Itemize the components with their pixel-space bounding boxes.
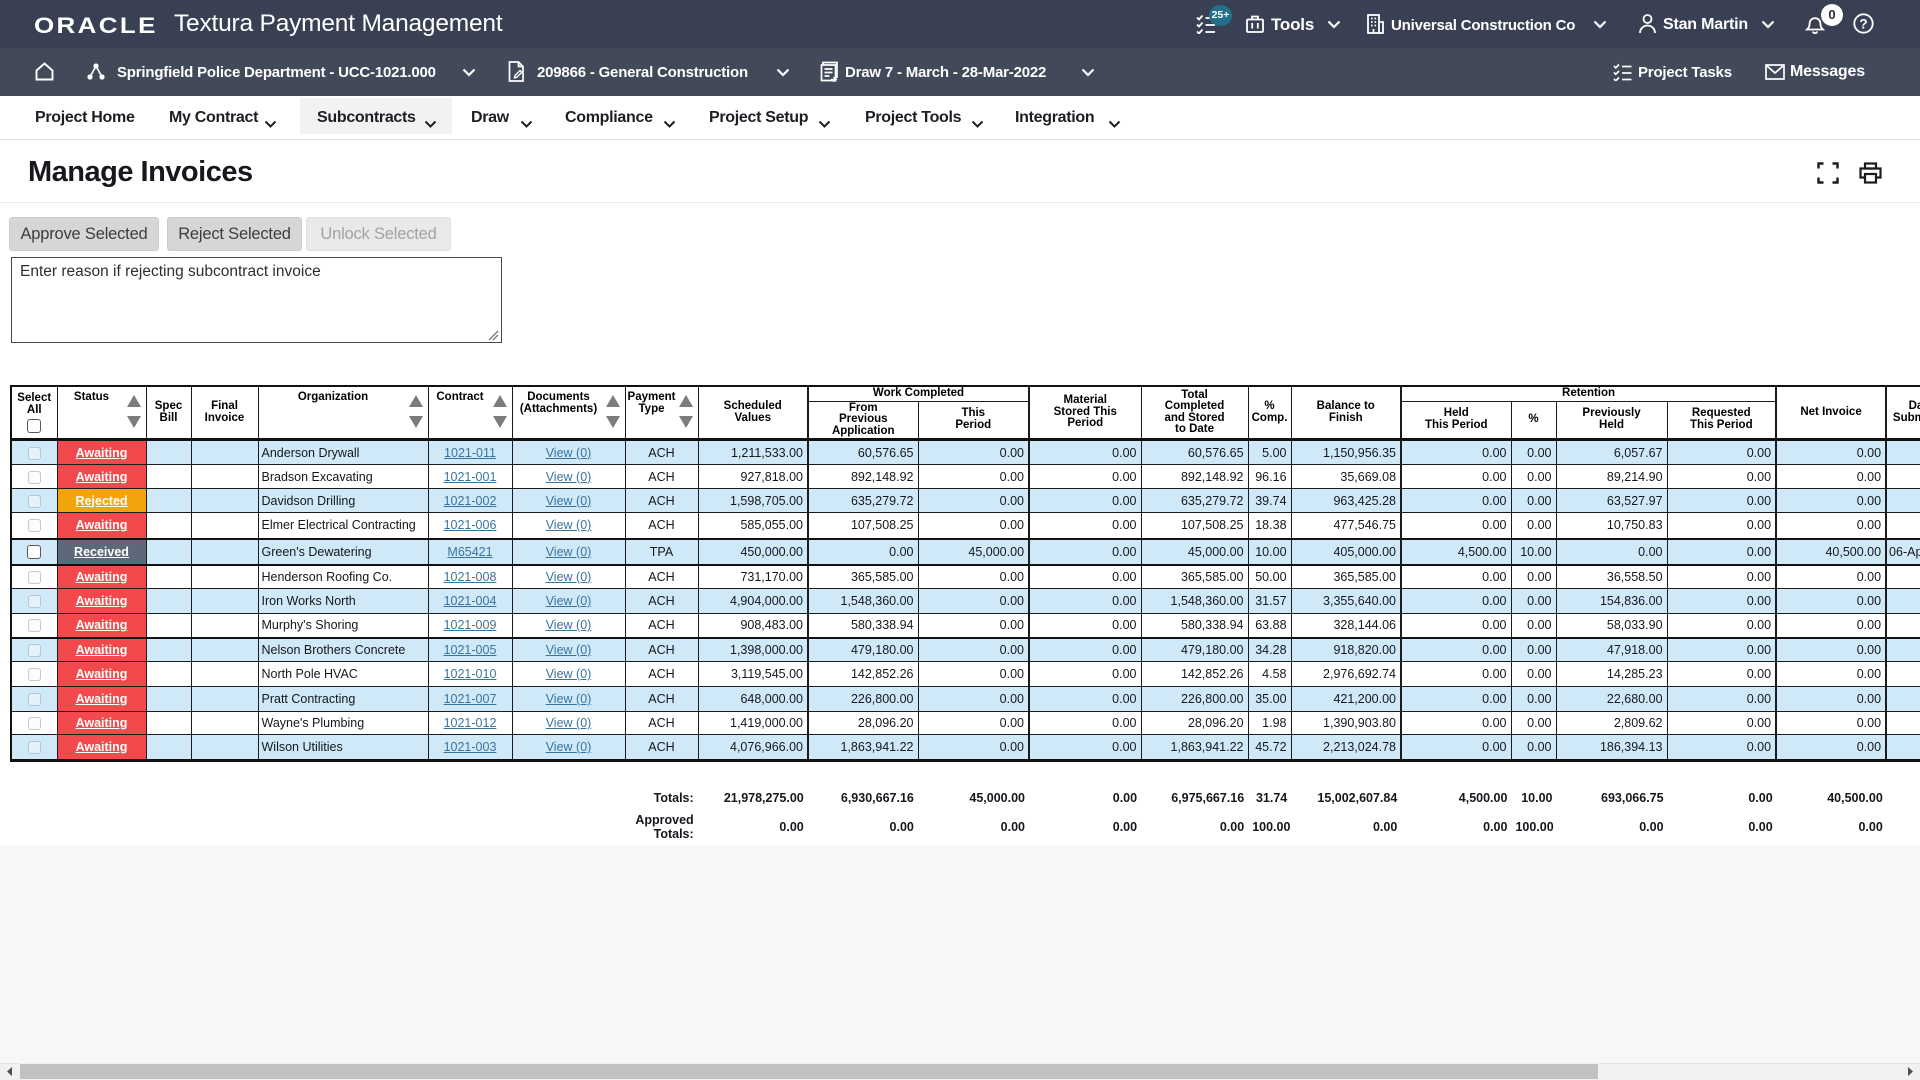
svg-text:?: ?	[1859, 17, 1867, 32]
